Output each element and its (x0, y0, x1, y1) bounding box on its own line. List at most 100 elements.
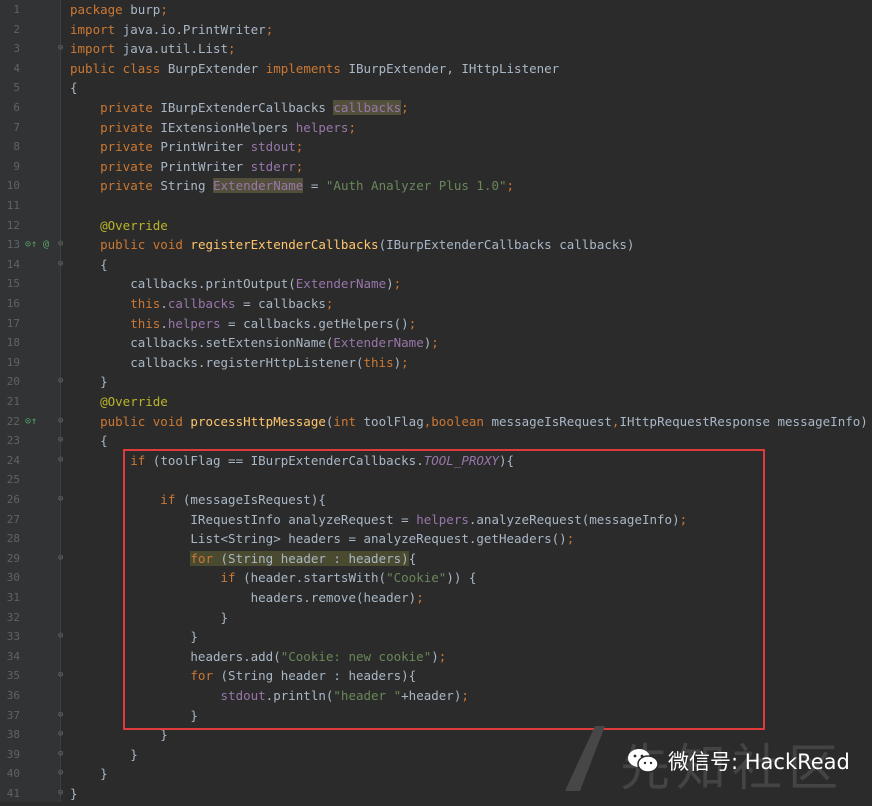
fold-marker-icon[interactable]: ⊖ (58, 745, 63, 765)
code-text: } (70, 745, 138, 765)
code-token: import (70, 21, 123, 37)
code-token: stdout (250, 139, 296, 155)
code-token: callbacks.printOutput( (70, 276, 296, 292)
code-token: ExtenderName (295, 276, 387, 292)
code-token: ; (228, 41, 236, 57)
fold-marker-icon[interactable]: ⊖ (58, 666, 63, 686)
fold-marker-icon[interactable]: ⊖ (58, 784, 63, 804)
line-number: 36 (6, 689, 20, 702)
line-number: 1 (13, 3, 20, 16)
code-token: (IBurpExtenderCallbacks callbacks) (378, 237, 635, 253)
code-text: } (70, 764, 108, 784)
line-number: 10 (6, 179, 20, 193)
code-line[interactable]: 17 this.helpers = callbacks.getHelpers()… (0, 314, 872, 334)
fold-marker-icon[interactable]: ⊖ (58, 255, 63, 275)
fold-marker-icon[interactable]: ⊖ (58, 451, 63, 471)
fold-marker-icon[interactable]: ⊖ (58, 431, 63, 451)
code-token: java.util.List (122, 41, 229, 57)
line-number: 31 (6, 591, 20, 604)
code-line[interactable]: 3 ⊖ import java.util.List; (0, 39, 872, 59)
code-line[interactable]: 6 private IBurpExtenderCallbacks callbac… (0, 98, 872, 118)
fold-marker-icon[interactable]: ⊖ (58, 627, 63, 647)
code-line[interactable]: 13 ⊙↑ @ ⊖ public void registerExtenderCall… (0, 235, 872, 255)
code-token: ; (295, 139, 304, 155)
fold-marker-icon[interactable]: ⊖ (58, 549, 63, 569)
code-line[interactable]: 8 private PrintWriter stdout; (0, 137, 872, 157)
line-number: 3 (13, 42, 20, 56)
code-token: ; (160, 2, 168, 17)
code-line[interactable]: 18 callbacks.setExtensionName(ExtenderNa… (0, 333, 872, 353)
code-text: import java.util.List; (70, 39, 236, 59)
code-token: ; (393, 276, 402, 292)
line-number: 7 (13, 120, 20, 134)
code-text: this.helpers = callbacks.getHelpers(); (70, 314, 416, 334)
code-editor[interactable]: 1 package burp; 2 import java.io.PrintWrite… (0, 0, 872, 802)
code-line[interactable]: 4 public class BurpExtender implements IB… (0, 59, 872, 79)
code-line[interactable]: 11 (0, 196, 872, 216)
line-number: 30 (6, 571, 20, 585)
code-token: ) (393, 354, 402, 370)
code-token: ; (401, 100, 409, 115)
code-line[interactable]: 19 callbacks.registerHttpListener(this); (0, 353, 872, 373)
code-line[interactable]: 2 import java.io.PrintWriter; (0, 20, 872, 40)
code-token: PrintWriter (160, 139, 251, 155)
fold-marker-icon[interactable]: ⊖ (58, 235, 63, 255)
code-token: } (70, 374, 108, 390)
fold-marker-icon[interactable]: ⊖ (58, 490, 63, 510)
code-token: } (70, 786, 78, 801)
code-token: ; (506, 178, 515, 194)
code-line[interactable]: 1 package burp; (0, 0, 872, 20)
code-line[interactable]: 12 @Override (0, 216, 872, 236)
code-text: callbacks.registerHttpListener(this); (70, 353, 409, 373)
code-token: toolFlag (363, 413, 424, 429)
code-token: @Override (70, 217, 168, 233)
code-token: ExtenderName (213, 178, 304, 194)
code-line[interactable]: 5{ (0, 78, 872, 98)
code-line[interactable]: 20 ⊖ } (0, 372, 872, 392)
code-token: } (70, 746, 138, 762)
code-line[interactable]: 10 private String ExtenderName = "Auth A… (0, 176, 872, 196)
code-text: this.callbacks = callbacks; (70, 294, 333, 314)
code-token: messageIsRequest (491, 413, 612, 429)
line-number: 40 (6, 767, 20, 781)
code-line[interactable]: 15 callbacks.printOutput(ExtenderName); (0, 274, 872, 294)
line-number: 12 (6, 218, 20, 232)
code-token: ; (295, 158, 304, 174)
implement-icon[interactable]: ⊙↑ (25, 412, 37, 432)
line-number: 35 (6, 669, 20, 683)
code-token: BurpExtender (167, 60, 266, 76)
code-token: callbacks.setExtensionName( (70, 335, 334, 351)
code-token: callbacks.registerHttpListener( (70, 354, 364, 370)
line-number: 28 (6, 532, 20, 546)
fold-marker-icon[interactable]: ⊖ (58, 725, 63, 745)
code-text: callbacks.setExtensionName(ExtenderName)… (70, 333, 439, 353)
fold-marker-icon[interactable]: ⊖ (58, 412, 63, 432)
code-line[interactable]: 23 ⊖ { (0, 431, 872, 451)
wechat-icon (628, 749, 659, 773)
code-token: private (70, 119, 161, 135)
line-number: 2 (13, 22, 20, 36)
line-number: 15 (6, 277, 20, 291)
code-text: import java.io.PrintWriter; (70, 20, 273, 40)
code-line[interactable]: 7 private IExtensionHelpers helpers; (0, 118, 872, 138)
code-text: } (70, 784, 78, 804)
line-number: 23 (6, 434, 20, 448)
fold-marker-icon[interactable]: ⊖ (58, 39, 63, 59)
line-number: 16 (6, 297, 20, 310)
code-line[interactable]: 22 ⊙↑ ⊖ public void processHttpMessage(int… (0, 412, 872, 432)
line-number: 24 (6, 453, 20, 467)
fold-marker-icon[interactable]: ⊖ (58, 764, 63, 784)
line-number: 26 (6, 493, 20, 506)
code-token: "Auth Analyzer Plus 1.0" (325, 178, 507, 194)
code-token: ; (348, 119, 356, 135)
code-token: callbacks (167, 296, 236, 311)
code-line[interactable]: 14 ⊖ { (0, 255, 872, 275)
code-line[interactable]: 16 this.callbacks = callbacks; (0, 294, 872, 314)
code-token: . (160, 315, 168, 331)
code-line[interactable]: 21 @Override (0, 392, 872, 412)
override-implement-icon[interactable]: ⊙↑ @ (25, 235, 49, 255)
fold-marker-icon[interactable]: ⊖ (58, 372, 63, 392)
fold-marker-icon[interactable]: ⊖ (58, 706, 63, 726)
code-token: ; (401, 354, 409, 370)
code-line[interactable]: 9 private PrintWriter stderr; (0, 157, 872, 177)
